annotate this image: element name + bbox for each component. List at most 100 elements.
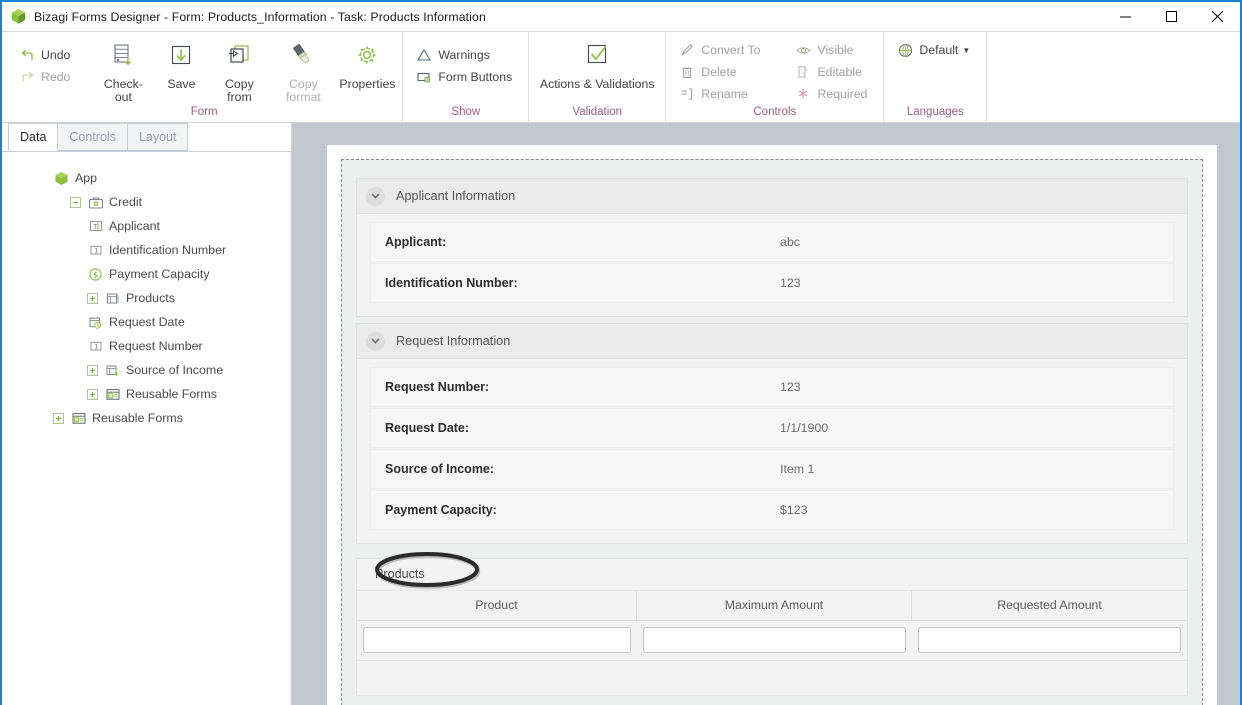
required-label: Required [817,87,868,101]
undo-button[interactable]: Undo [16,44,76,66]
tab-layout[interactable]: Layout [126,123,189,151]
field-label: Applicant: [385,235,447,249]
tree-item-credit[interactable]: Credit [2,190,290,214]
field-value[interactable]: 1/1/1900 [780,421,828,435]
products-table-footer [357,661,1187,695]
redo-arrow-icon [19,69,35,85]
expand-toggle-icon[interactable] [87,292,98,304]
svg-text:1: 1 [94,344,98,351]
collapse-toggle-icon[interactable] [70,196,81,208]
warnings-button[interactable]: Warnings [413,44,518,66]
ribbon-group-form: Undo Redo Check-out Save Copy from Copy … [2,32,402,123]
form-row-identification-number[interactable]: Identification Number: 123 [370,263,1174,303]
bizagi-cube-icon [10,8,27,25]
gear-properties-icon [352,40,382,74]
delete-button[interactable]: Delete [676,61,766,83]
application-window: Bizagi Forms Designer - Form: Products_I… [0,0,1242,705]
form-row-request-number[interactable]: Request Number: 123 [370,367,1174,407]
save-label: Save [167,77,196,91]
save-down-arrow-icon [166,40,196,74]
section-body: Applicant: abc Identification Number: 12… [356,214,1188,317]
tree-item-label: Products [126,291,175,305]
tree-item-identification-number[interactable]: 1 Identification Number [2,238,290,262]
field-value[interactable]: $123 [780,503,808,517]
copy-from-label: Copy from [225,77,254,104]
form-row-payment-capacity[interactable]: Payment Capacity: $123 [370,490,1174,530]
editable-button[interactable]: Editable [792,61,873,83]
field-value[interactable]: abc [780,235,800,249]
tree-item-source-of-income[interactable]: Source of Income [2,358,290,382]
form-buttons-button[interactable]: Form Buttons [413,66,518,88]
section-request-information: Request Information Request Number: 123 … [356,323,1188,544]
close-button[interactable] [1194,2,1240,31]
form-row-source-of-income[interactable]: Source of Income: Item 1 [370,449,1174,489]
section-header[interactable]: Applicant Information [356,178,1188,214]
ribbon-group-show: Warnings Form Buttons Show [402,32,528,123]
window-title: Bizagi Forms Designer - Form: Products_I… [34,9,486,24]
visible-button[interactable]: Visible [792,39,873,61]
tree-item-payment-capacity[interactable]: $ Payment Capacity [2,262,290,286]
minimize-button[interactable] [1102,2,1148,31]
product-input[interactable] [363,627,631,653]
chevron-down-icon[interactable] [366,331,385,351]
tree-item-products[interactable]: Products [2,286,290,310]
tree-item-reusable-forms-child[interactable]: Reusable Forms [2,382,290,406]
tree-item-app[interactable]: App [2,166,290,190]
tree-item-applicant[interactable]: T Applicant [2,214,290,238]
visible-label: Visible [817,43,854,57]
field-label: Identification Number: [385,276,518,290]
window-controls [1102,2,1240,31]
actions-validations-button[interactable]: Actions & Validations [535,36,659,91]
maximum-amount-input[interactable] [643,627,906,653]
properties-button[interactable]: Properties [338,36,396,91]
ribbon-filler [986,32,1240,123]
tree-item-label: Credit [109,195,143,209]
field-value[interactable]: Item 1 [780,462,814,476]
column-header-product: Product [357,591,637,620]
section-header[interactable]: Request Information [356,323,1188,359]
date-calendar-icon [87,314,104,331]
redo-button[interactable]: Redo [16,66,76,88]
default-language-dropdown[interactable]: Default ▼ [894,39,976,61]
ribbon-group-label-controls: Controls [753,106,797,118]
undo-label: Undo [41,48,71,62]
section-body: Request Number: 123 Request Date: 1/1/19… [356,359,1188,544]
chevron-down-icon[interactable] [366,186,385,206]
sidebar-tabstrip: Data Controls Layout [2,123,291,152]
tab-data[interactable]: Data [8,123,59,151]
form-row-applicant[interactable]: Applicant: abc [370,222,1174,262]
required-asterisk-icon [795,86,811,102]
products-table-header: Product Maximum Amount Requested Amount [357,591,1187,621]
copy-format-label: Copy format [285,77,321,104]
maximize-button[interactable] [1148,2,1194,31]
expand-toggle-icon[interactable] [53,412,64,424]
tree-item-request-number[interactable]: 1 Request Number [2,334,290,358]
copy-from-button[interactable]: Copy from [210,36,268,104]
save-button[interactable]: Save [152,36,210,91]
rename-button[interactable]: Rename [676,83,766,105]
check-out-icon [108,40,138,74]
required-button[interactable]: Required [792,83,873,105]
expand-toggle-icon[interactable] [87,388,98,400]
tree-item-reusable-forms-root[interactable]: Reusable Forms [2,406,290,430]
expand-toggle-icon[interactable] [87,364,98,376]
related-entity-icon [104,362,121,379]
field-value[interactable]: 123 [780,380,801,394]
tree-item-label: Reusable Forms [92,411,183,425]
convert-to-button[interactable]: Convert To [676,39,766,61]
pane-splitter[interactable] [292,123,308,705]
data-model-tree: App Credit T Applicant 1 Identification … [2,152,291,705]
requested-amount-input[interactable] [918,627,1181,653]
tree-item-request-date[interactable]: Request Date [2,310,290,334]
check-out-button[interactable]: Check-out [94,36,152,104]
tree-item-label: Identification Number [109,243,227,257]
copy-format-button[interactable]: Copy format [268,36,338,104]
tree-item-label: App [75,171,98,185]
products-table: Product Maximum Amount Requested Amount [357,590,1187,695]
tab-controls[interactable]: Controls [57,123,128,151]
field-value[interactable]: 123 [780,276,801,290]
products-group-title: Products [375,567,425,581]
form-row-request-date[interactable]: Request Date: 1/1/1900 [370,408,1174,448]
form-buttons-icon [416,69,432,85]
check-out-label: Check-out [103,77,143,104]
